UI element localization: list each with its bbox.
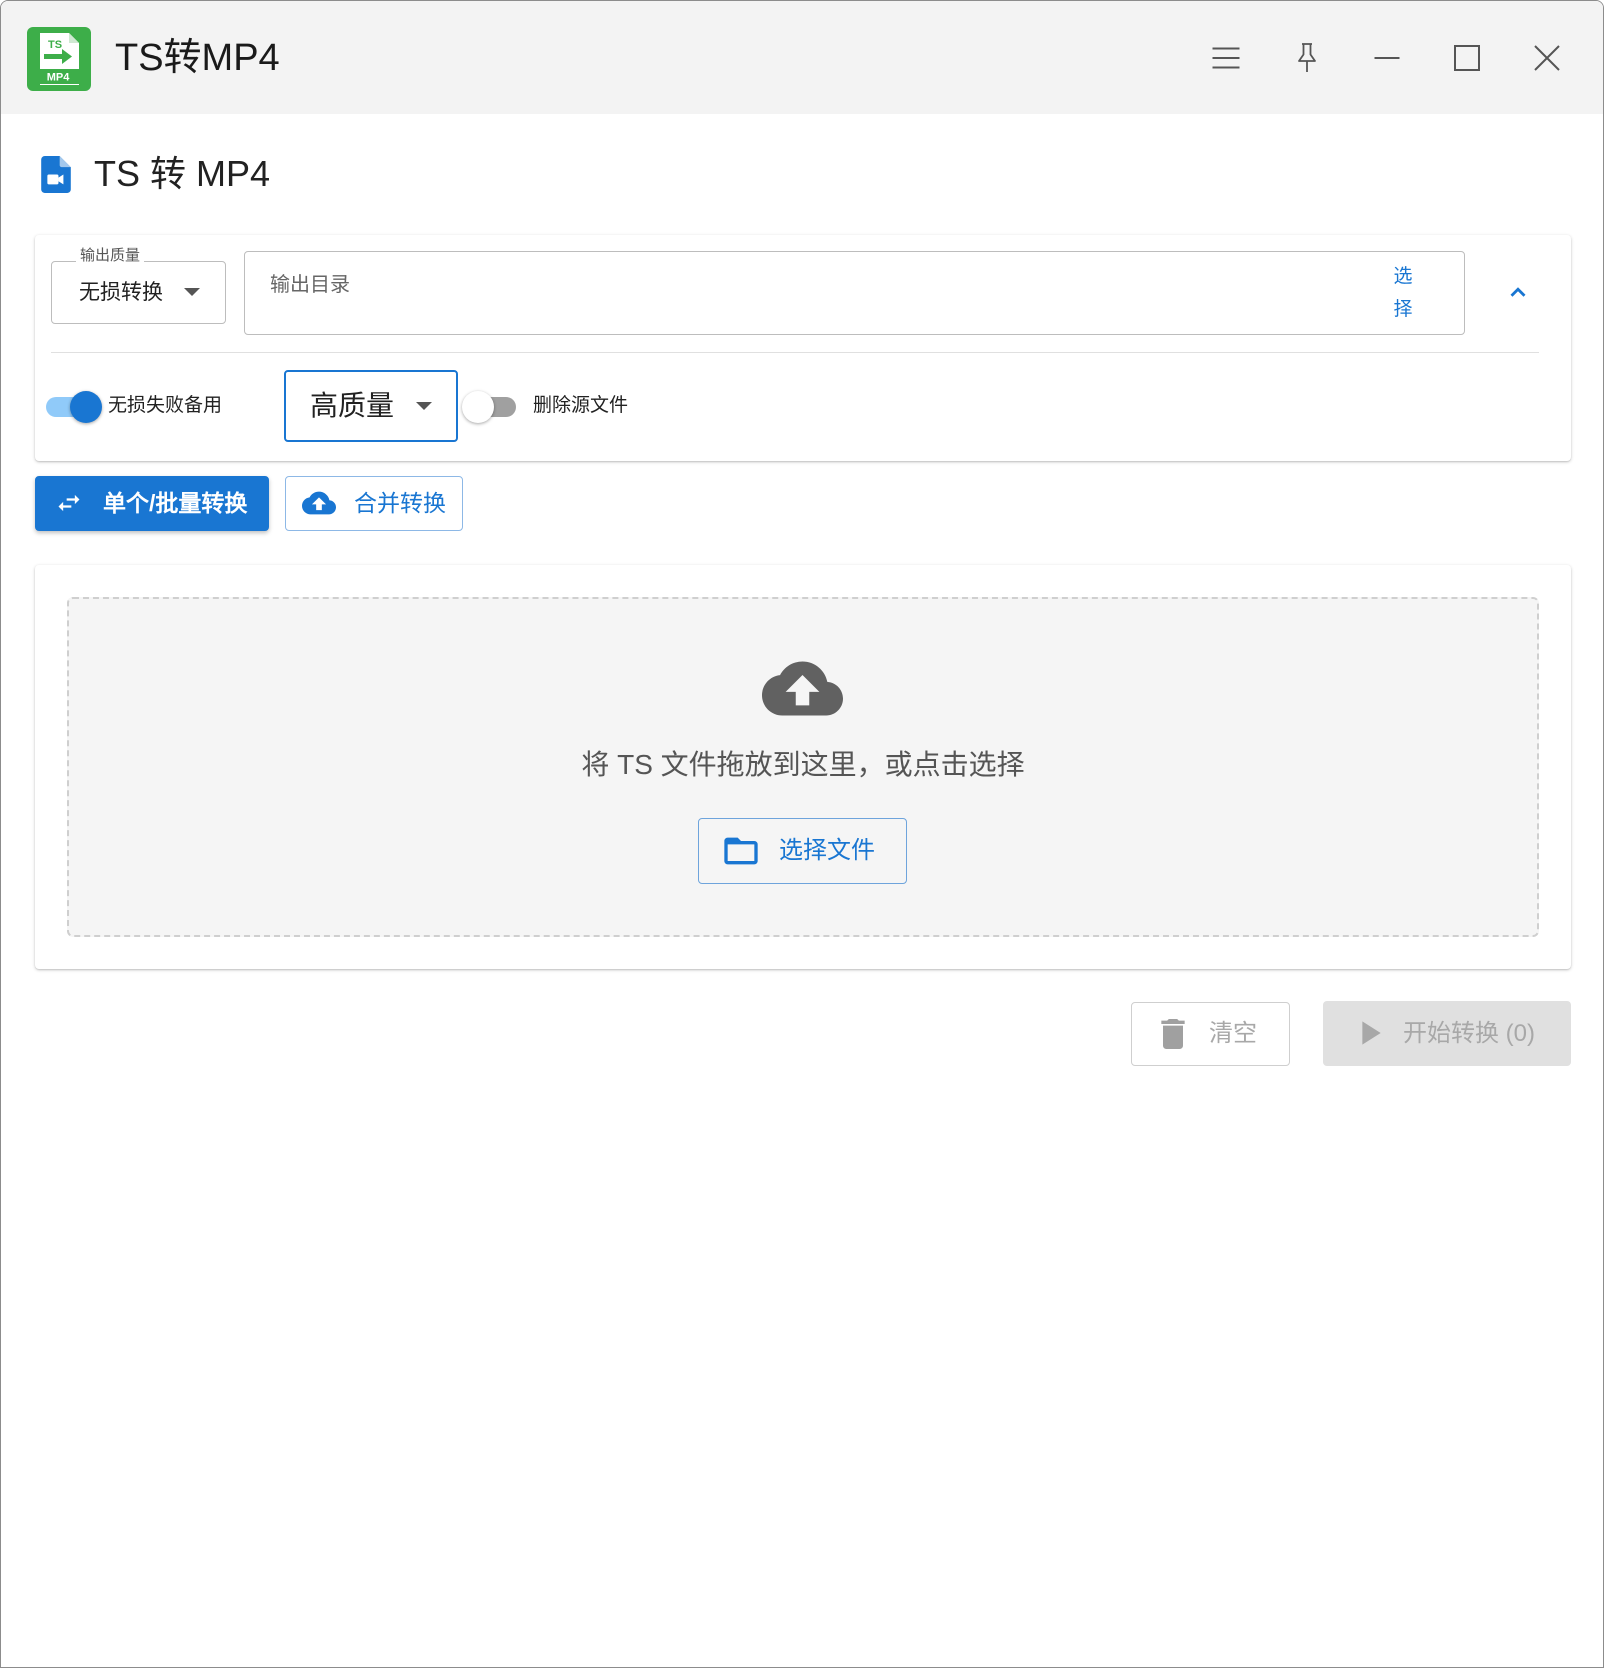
collapse-settings-button[interactable] xyxy=(1504,278,1532,306)
minimize-icon xyxy=(1374,57,1400,59)
close-icon xyxy=(1534,45,1560,71)
tab-merge-convert-label: 合并转换 xyxy=(354,490,446,516)
menu-icon xyxy=(1212,47,1240,69)
page-title: TS 转 MP4 xyxy=(94,153,271,194)
choose-directory-button[interactable]: 选择 xyxy=(1391,260,1415,326)
delete-source-label: 删除源文件 xyxy=(533,395,629,416)
delete-source-toggle[interactable] xyxy=(462,391,520,423)
output-quality-select[interactable]: 输出质量 无损转换 xyxy=(51,247,226,324)
choose-file-label: 选择文件 xyxy=(779,837,875,864)
tab-merge-convert[interactable]: 合并转换 xyxy=(285,476,463,531)
cloud-upload-icon xyxy=(302,491,336,515)
swap-horizontal-icon xyxy=(58,494,80,512)
app-title: TS转MP4 xyxy=(115,37,280,79)
chevron-down-icon xyxy=(184,288,200,296)
toggle-knob xyxy=(462,391,494,423)
clear-button[interactable]: 清空 xyxy=(1131,1002,1290,1066)
app-window: TS MP4 TS转MP4 TS 转 MP4 输出质量 无损转换 输出目录 选择… xyxy=(0,0,1604,1668)
tab-batch-convert-label: 单个/批量转换 xyxy=(103,490,248,516)
pin-icon xyxy=(1298,43,1316,72)
file-drop-zone[interactable]: 将 TS 文件拖放到这里，或点击选择 选择文件 xyxy=(67,597,1539,937)
output-directory-input[interactable] xyxy=(245,260,1345,310)
drop-hint-text: 将 TS 文件拖放到这里，或点击选择 xyxy=(581,749,1025,780)
cloud-upload-icon xyxy=(762,661,843,716)
file-drop-panel: 将 TS 文件拖放到这里，或点击选择 选择文件 xyxy=(35,565,1571,969)
title-bar: TS MP4 TS转MP4 xyxy=(1,1,1603,114)
tab-batch-convert[interactable]: 单个/批量转换 xyxy=(35,476,269,531)
chevron-down-icon xyxy=(416,402,432,410)
maximize-icon xyxy=(1454,45,1480,71)
start-convert-button[interactable]: 开始转换 (0) xyxy=(1323,1001,1571,1066)
output-quality-value: 无损转换 xyxy=(79,281,163,304)
app-logo: TS MP4 xyxy=(27,27,91,91)
toggle-knob xyxy=(70,391,102,423)
start-convert-label: 开始转换 (0) xyxy=(1403,1020,1535,1047)
fallback-quality-value: 高质量 xyxy=(310,390,395,421)
maximize-button[interactable] xyxy=(1437,28,1497,88)
pin-button[interactable] xyxy=(1277,28,1337,88)
output-directory-field: 选择 xyxy=(244,251,1465,335)
fallback-toggle-label: 无损失败备用 xyxy=(108,395,223,416)
video-file-icon xyxy=(41,156,71,193)
page-icon xyxy=(41,156,71,198)
logo-mp4-text: MP4 xyxy=(47,72,71,84)
menu-button[interactable] xyxy=(1196,28,1256,88)
clear-button-label: 清空 xyxy=(1209,1020,1257,1047)
settings-divider xyxy=(51,352,1539,353)
choose-file-button[interactable]: 选择文件 xyxy=(698,818,907,884)
minimize-button[interactable] xyxy=(1357,28,1417,88)
trash-icon xyxy=(1161,1019,1185,1049)
app-logo-icon: TS MP4 xyxy=(27,27,91,91)
chevron-up-icon xyxy=(1510,287,1526,297)
settings-panel: 输出质量 无损转换 选择 无损失败备用 高质量 删除源文件 xyxy=(35,235,1571,461)
close-button[interactable] xyxy=(1517,28,1577,88)
fallback-quality-select[interactable]: 高质量 xyxy=(284,370,458,442)
fallback-toggle[interactable] xyxy=(44,391,102,423)
play-icon xyxy=(1362,1021,1381,1045)
folder-icon xyxy=(724,837,758,865)
logo-ts-text: TS xyxy=(48,39,62,51)
